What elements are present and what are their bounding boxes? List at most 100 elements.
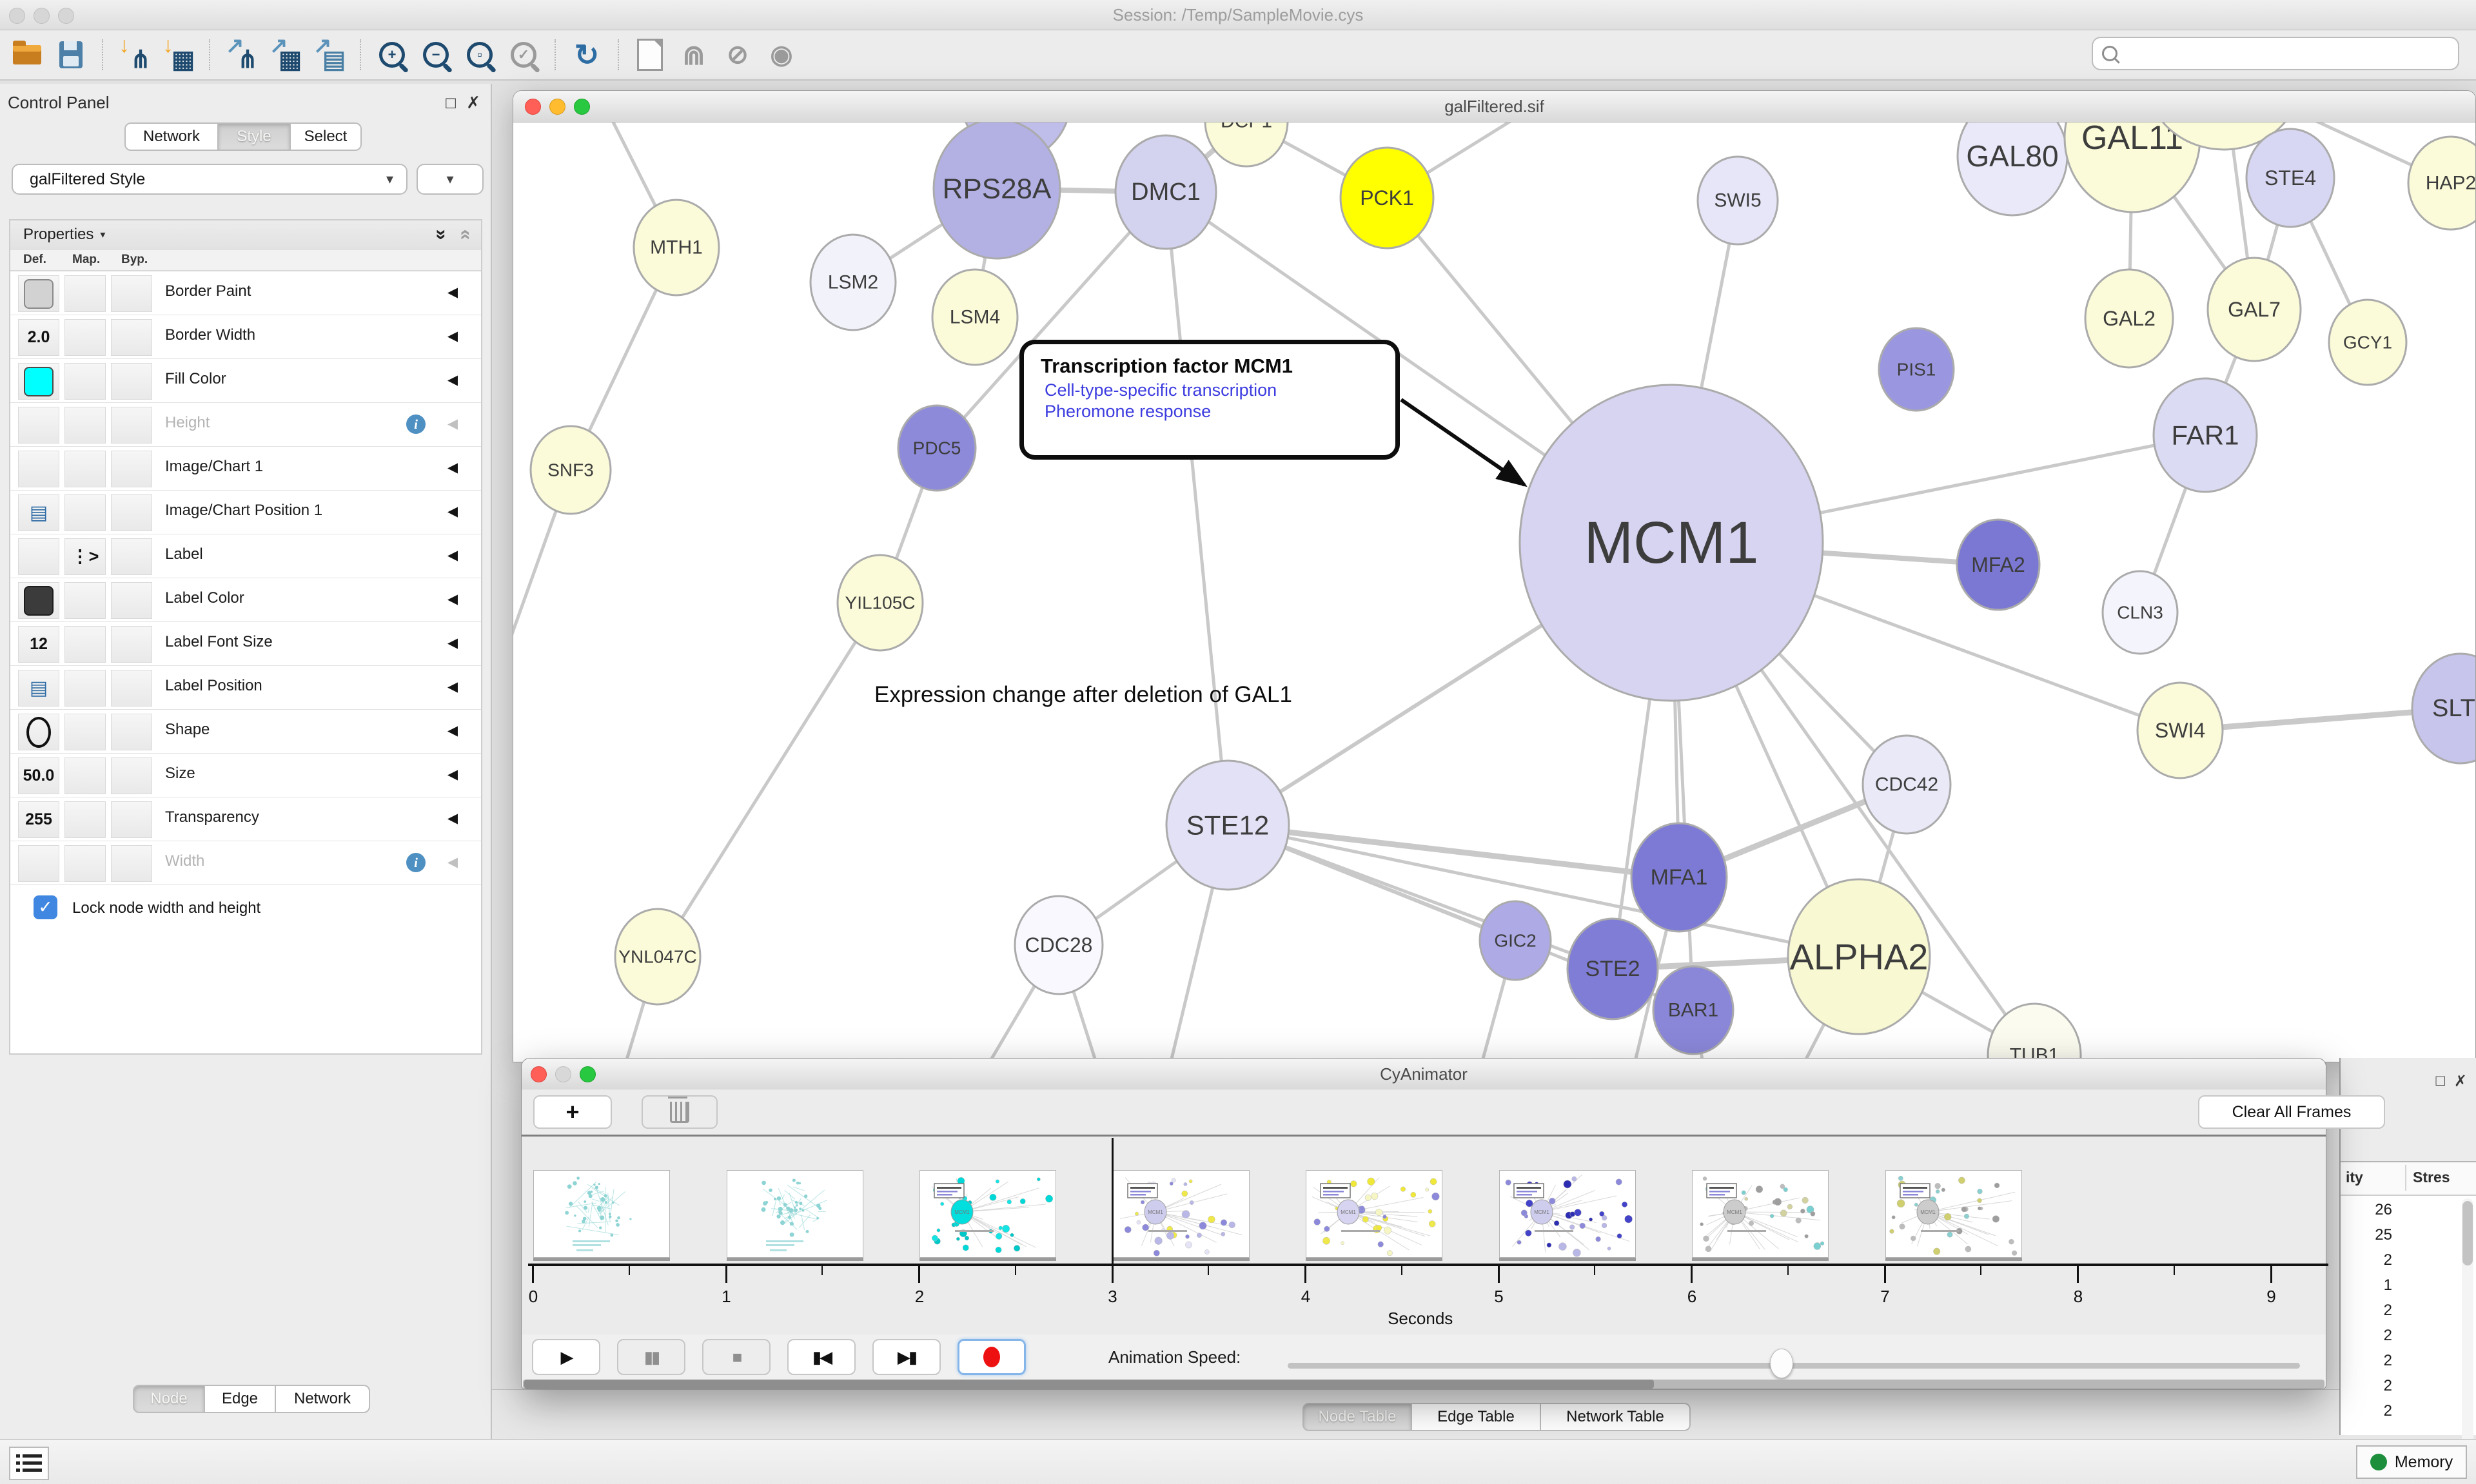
tab-network[interactable]: Network	[124, 122, 219, 151]
expand-row-icon[interactable]: ◀	[447, 416, 458, 432]
tab-edge[interactable]: Edge	[205, 1385, 276, 1413]
tab-node-table[interactable]: Node Table	[1302, 1403, 1412, 1431]
color-swatch[interactable]	[24, 279, 54, 309]
zoom-out-icon[interactable]: −	[419, 37, 453, 73]
expand-row-icon[interactable]: ◀	[447, 460, 458, 476]
expand-row-icon[interactable]: ◀	[447, 328, 458, 344]
table-cell-value[interactable]: 2	[2341, 1302, 2392, 1320]
node-CDC42[interactable]: CDC42	[1863, 736, 1950, 834]
table-cell-value[interactable]: 2	[2341, 1352, 2392, 1370]
skip-to-start-button[interactable]: ▮◀	[787, 1339, 856, 1375]
table-cell-value[interactable]: 25	[2341, 1226, 2392, 1244]
pause-button[interactable]: ▮▮	[617, 1339, 685, 1375]
expand-row-icon[interactable]: ◀	[447, 503, 458, 520]
node-MFA2[interactable]: MFA2	[1957, 520, 2039, 610]
node-SLT2[interactable]: SLT2	[2412, 654, 2475, 763]
tab-network[interactable]: Network	[276, 1385, 370, 1413]
column-header[interactable]: Stres	[2413, 1169, 2450, 1186]
property-row-label-font-size[interactable]: 12 Label Font Size ◀	[10, 622, 481, 666]
node-CDC28[interactable]: CDC28	[1015, 896, 1103, 994]
tab-select[interactable]: Select	[291, 122, 362, 151]
frame-thumbnail-1s[interactable]	[727, 1170, 863, 1258]
expand-row-icon[interactable]: ◀	[447, 591, 458, 607]
frame-thumbnail-5s[interactable]: MCM1	[1499, 1170, 1636, 1258]
open-session-icon[interactable]	[10, 37, 44, 73]
import-network-icon[interactable]: ↓⋔	[117, 37, 151, 73]
node-SNF3[interactable]: SNF3	[531, 426, 611, 514]
lock-size-checkbox[interactable]: ✓	[34, 895, 57, 919]
node-GIC2[interactable]: GIC2	[1480, 901, 1551, 980]
node-GCY1[interactable]: GCY1	[2329, 300, 2406, 385]
expand-row-icon[interactable]: ◀	[447, 547, 458, 563]
expand-row-icon[interactable]: ◀	[447, 372, 458, 388]
save-session-icon[interactable]	[54, 37, 88, 73]
node-SWI4[interactable]: SWI4	[2137, 683, 2223, 778]
export-image-icon[interactable]: ↗▤	[312, 37, 346, 73]
expand-row-icon[interactable]: ◀	[447, 679, 458, 695]
zoom-fit-icon[interactable]: ▫	[463, 37, 496, 73]
float-panel-icon[interactable]: □	[2436, 1072, 2446, 1090]
node-SWI5[interactable]: SWI5	[1698, 157, 1778, 244]
memory-button[interactable]: Memory	[2356, 1445, 2467, 1479]
properties-header[interactable]: Properties ▾ » «	[10, 220, 481, 249]
property-row-image-chart-position-1[interactable]: ▤ Image/Chart Position 1 ◀	[10, 491, 481, 534]
record-button[interactable]	[958, 1339, 1026, 1375]
node-GAL7[interactable]: GAL7	[2208, 258, 2301, 361]
expand-row-icon[interactable]: ◀	[447, 723, 458, 739]
table-cell-value[interactable]: 2	[2341, 1327, 2392, 1345]
refresh-icon[interactable]: ↻	[570, 37, 604, 73]
property-row-size[interactable]: 50.0 Size ◀	[10, 754, 481, 797]
column-header[interactable]: ity	[2346, 1169, 2363, 1186]
node-MCM1[interactable]: MCM1	[1520, 385, 1823, 701]
annotation-box[interactable]: Transcription factor MCM1 Cell-type-spec…	[1019, 340, 1400, 460]
node-STE2[interactable]: STE2	[1567, 919, 1658, 1019]
expand-all-icon[interactable]: »	[438, 222, 445, 244]
table-cell-value[interactable]: 2	[2341, 1251, 2392, 1269]
style-options-button[interactable]: ▾	[417, 164, 484, 195]
node-RPS28A[interactable]: RPS28A	[934, 122, 1060, 259]
import-table-icon[interactable]: ↓▦	[161, 37, 195, 73]
clear-all-frames-button[interactable]: Clear All Frames	[2198, 1095, 2385, 1129]
stop-button[interactable]: ■	[702, 1339, 771, 1375]
property-row-image-chart-1[interactable]: Image/Chart 1 ◀	[10, 447, 481, 491]
export-network-icon[interactable]: ↗⋔	[224, 37, 258, 73]
frame-thumbnail-3s[interactable]: MCM1	[1113, 1170, 1250, 1258]
property-row-border-paint[interactable]: Border Paint ◀	[10, 271, 481, 315]
info-icon[interactable]: i	[406, 415, 426, 434]
animation-speed-slider[interactable]	[1288, 1363, 2300, 1369]
node-GAL2[interactable]: GAL2	[2085, 269, 2173, 367]
frame-thumbnail-6s[interactable]: MCM1	[1692, 1170, 1829, 1258]
close-panel-icon[interactable]: ✗	[466, 93, 480, 113]
node-CLN3[interactable]: CLN3	[2103, 571, 2177, 654]
property-row-height[interactable]: Height i ◀	[10, 403, 481, 447]
zoom-in-icon[interactable]: +	[375, 37, 409, 73]
frame-thumbnail-0s[interactable]	[533, 1170, 670, 1258]
expand-row-icon[interactable]: ◀	[447, 810, 458, 826]
task-history-button[interactable]	[9, 1447, 49, 1480]
search-binoculars-icon[interactable]: ⋒	[677, 37, 711, 73]
network-edge[interactable]	[1166, 192, 1228, 825]
timeline-playhead[interactable]	[1112, 1138, 1114, 1266]
play-button[interactable]: ▶	[532, 1339, 600, 1375]
table-cell-value[interactable]: 2	[2341, 1402, 2392, 1420]
cyanimator-timeline[interactable]: MCM1 MCM1 MCM1	[522, 1137, 2326, 1334]
node-HAP2[interactable]: HAP2	[2408, 137, 2475, 229]
color-swatch[interactable]	[24, 586, 54, 616]
node-DMC1[interactable]: DMC1	[1115, 135, 1216, 249]
expand-row-icon[interactable]: ◀	[447, 635, 458, 651]
node-FAR1[interactable]: FAR1	[2154, 378, 2257, 492]
delete-frame-button[interactable]	[642, 1095, 718, 1129]
node-YNL047C[interactable]: YNL047C	[615, 909, 700, 1004]
property-row-width[interactable]: Width i ◀	[10, 841, 481, 885]
frame-thumbnail-2s[interactable]: MCM1	[919, 1170, 1056, 1258]
node-MFA1[interactable]: MFA1	[1631, 823, 1727, 932]
tab-style[interactable]: Style	[219, 122, 291, 151]
add-frame-button[interactable]: +	[533, 1095, 612, 1129]
float-panel-icon[interactable]: □	[446, 93, 456, 113]
slider-thumb[interactable]	[1770, 1349, 1793, 1378]
table-cell-value[interactable]: 2	[2341, 1377, 2392, 1395]
table-cell-value[interactable]: 26	[2341, 1201, 2392, 1219]
table-cell-value[interactable]: 1	[2341, 1276, 2392, 1294]
network-window-titlebar[interactable]: galFiltered.sif	[513, 91, 2475, 122]
timeline-scrollbar[interactable]	[523, 1380, 2324, 1389]
